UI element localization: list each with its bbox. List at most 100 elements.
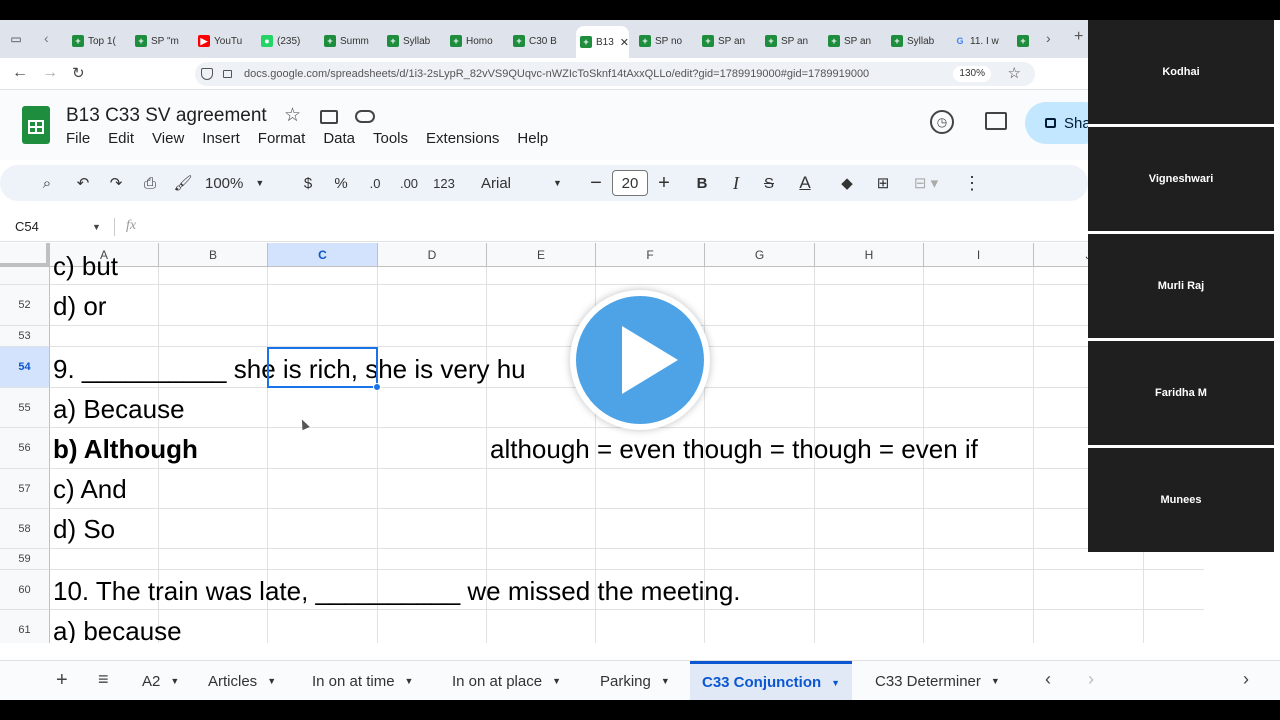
column-header[interactable]: B <box>159 243 268 267</box>
browser-tab[interactable]: + Syllab <box>387 28 430 54</box>
row-header[interactable]: 53 <box>0 326 50 347</box>
explore-panel-icon[interactable]: › <box>1243 669 1249 690</box>
column-header[interactable]: C <box>268 243 378 267</box>
corner-cell[interactable] <box>0 243 50 267</box>
fill-handle[interactable] <box>373 383 381 391</box>
menu-item[interactable]: Help <box>517 130 548 147</box>
browser-tab[interactable]: + B13 ✕ <box>576 26 630 58</box>
menu-item[interactable]: File <box>66 130 90 147</box>
add-sheet-icon[interactable]: + <box>56 669 68 692</box>
browser-tab[interactable]: + C30 B <box>513 28 557 54</box>
chevron-down-icon[interactable]: ▼ <box>405 676 414 686</box>
browser-tab[interactable]: G 11. I w <box>954 28 998 54</box>
tabs-scroll-right-icon[interactable]: › <box>1046 30 1051 46</box>
font-size-decrease-icon[interactable]: − <box>587 165 605 201</box>
browser-tab[interactable]: + SP an <box>828 28 871 54</box>
column-header[interactable]: D <box>378 243 487 267</box>
zoom-badge[interactable]: 130% <box>953 66 991 82</box>
column-header[interactable]: F <box>596 243 705 267</box>
bookmark-star-icon[interactable]: ☆ <box>1008 64 1021 82</box>
cell-a51[interactable]: c) but <box>53 251 118 281</box>
chevron-down-icon[interactable]: ▼ <box>991 676 1000 686</box>
browser-tab[interactable]: + SP an <box>765 28 808 54</box>
close-tab-icon[interactable]: ✕ <box>620 36 629 49</box>
fill-color-icon[interactable]: ◆ <box>836 165 858 201</box>
row-header[interactable]: 52 <box>0 285 50 326</box>
doc-title[interactable]: B13 C33 SV agreement <box>66 105 267 127</box>
sheets-logo-icon[interactable] <box>22 106 50 144</box>
paint-format-icon[interactable]: 🖌 <box>172 165 194 201</box>
font-select[interactable]: Arial ▼ <box>481 165 567 201</box>
column-header[interactable]: G <box>705 243 815 267</box>
participant-tile[interactable]: Vigneshwari <box>1088 127 1274 231</box>
increase-decimal-button[interactable]: .00 <box>396 165 422 201</box>
tab-search-icon[interactable]: ▭ <box>8 32 24 46</box>
browser-tab[interactable]: + Top 1( <box>72 28 116 54</box>
font-size-increase-icon[interactable]: + <box>655 165 673 201</box>
sheet-tab[interactable]: A2 ▼ <box>142 661 179 701</box>
cell-a55[interactable]: a) Because <box>53 394 185 424</box>
star-icon[interactable]: ☆ <box>284 104 301 127</box>
participant-tile[interactable]: Kodhai <box>1088 20 1274 124</box>
comments-icon[interactable] <box>985 112 1007 130</box>
browser-tab[interactable]: + <box>1017 28 1033 54</box>
name-box[interactable]: C54 <box>15 219 39 234</box>
new-tab-icon[interactable]: + <box>1074 28 1083 46</box>
column-header[interactable]: H <box>815 243 924 267</box>
browser-tab[interactable]: + Syllab <box>891 28 934 54</box>
participant-tile[interactable]: Munees <box>1088 448 1274 552</box>
browser-tab[interactable]: + SP an <box>702 28 745 54</box>
font-size-input[interactable]: 20 <box>612 170 648 196</box>
play-button[interactable] <box>570 290 710 430</box>
all-sheets-icon[interactable]: ≡ <box>98 669 109 690</box>
text-color-button[interactable]: A <box>792 165 818 201</box>
merge-cells-icon[interactable]: ⊟ ▾ <box>906 165 946 201</box>
print-icon[interactable]: ⎙ <box>139 165 161 201</box>
bold-button[interactable]: B <box>692 165 712 201</box>
version-history-icon[interactable]: ◷ <box>930 110 954 134</box>
chevron-down-icon[interactable]: ▼ <box>552 676 561 686</box>
chevron-down-icon[interactable]: ▼ <box>661 676 670 686</box>
participant-tile[interactable]: Murli Raj <box>1088 234 1274 338</box>
row-header[interactable] <box>0 267 50 285</box>
borders-icon[interactable]: ⊞ <box>872 165 894 201</box>
tabs-scroll-left-icon[interactable]: ‹ <box>44 30 49 46</box>
browser-tab[interactable]: ● (235) <box>261 28 300 54</box>
sheet-tab[interactable]: In on at time ▼ <box>312 661 413 701</box>
strikethrough-button[interactable]: S <box>759 165 779 201</box>
forward-icon[interactable]: → <box>42 64 58 82</box>
sheet-tab[interactable]: Articles ▼ <box>208 661 276 701</box>
row-header[interactable]: 61 <box>0 610 50 643</box>
cell-a60[interactable]: 10. The train was late, __________ we mi… <box>53 576 741 606</box>
sheet-tab[interactable]: In on at place ▼ <box>452 661 561 701</box>
cell-a56[interactable]: b) Although <box>53 434 198 464</box>
cell-a61[interactable]: a) because <box>53 616 182 643</box>
selected-cell-c54[interactable] <box>267 347 378 388</box>
italic-button[interactable]: I <box>726 165 746 201</box>
address-bar[interactable]: docs.google.com/spreadsheets/d/1i3-2sLyp… <box>195 62 1035 86</box>
chevron-down-icon[interactable]: ▼ <box>170 676 179 686</box>
cell-a52[interactable]: d) or <box>53 291 106 321</box>
row-header[interactable]: 56 <box>0 428 50 469</box>
more-formats-button[interactable]: 123 <box>430 165 458 201</box>
decrease-decimal-button[interactable]: .0 <box>362 165 388 201</box>
format-percent-button[interactable]: % <box>331 165 351 201</box>
back-icon[interactable]: ← <box>12 64 28 82</box>
sheet-tab[interactable]: Parking ▼ <box>600 661 670 701</box>
column-header[interactable]: I <box>924 243 1034 267</box>
menu-item[interactable]: Edit <box>108 130 134 147</box>
row-header[interactable]: 60 <box>0 570 50 610</box>
more-options-icon[interactable]: ⋮ <box>962 165 982 201</box>
cell-a58[interactable]: d) So <box>53 514 115 544</box>
column-header[interactable]: E <box>487 243 596 267</box>
zoom-select[interactable]: 100% ▼ <box>205 165 277 201</box>
sheet-scroll-right-icon[interactable]: › <box>1088 669 1094 690</box>
chevron-down-icon[interactable]: ▼ <box>267 676 276 686</box>
redo-icon[interactable]: ↷ <box>105 165 127 201</box>
reload-icon[interactable]: ↻ <box>72 64 85 82</box>
sheet-tab[interactable]: C33 Conjunction ▼ <box>690 661 853 701</box>
move-folder-icon[interactable] <box>320 110 338 124</box>
cell-d56[interactable]: although = even though = though = even i… <box>490 434 978 464</box>
menu-item[interactable]: Data <box>323 130 355 147</box>
menu-item[interactable]: Extensions <box>426 130 499 147</box>
